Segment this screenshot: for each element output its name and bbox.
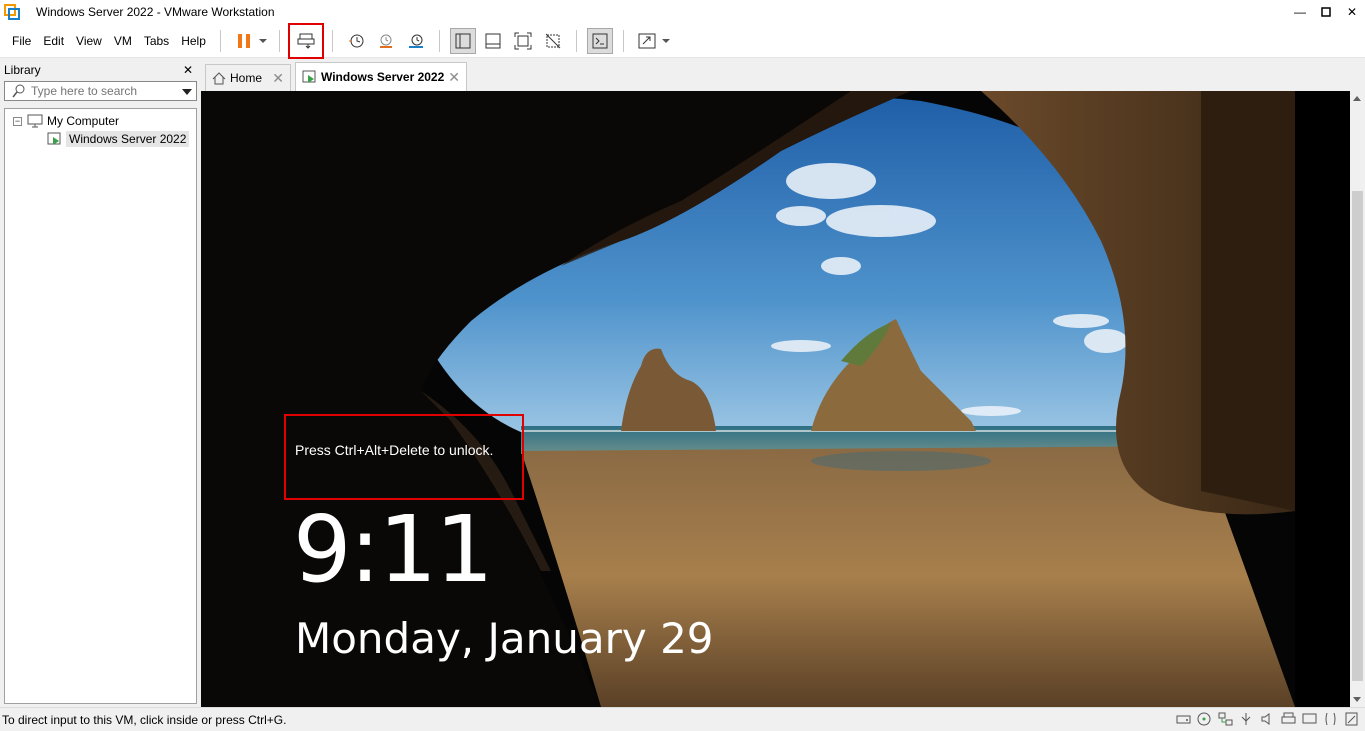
take-snapshot-button[interactable]: [343, 28, 369, 54]
library-search[interactable]: [4, 81, 197, 101]
snapshot-icon: [348, 34, 364, 47]
toolbar-separator: [278, 29, 280, 52]
menu-tabs[interactable]: Tabs: [138, 31, 175, 51]
send-ctrl-alt-del-button[interactable]: [287, 22, 324, 59]
device-icons: [1176, 712, 1359, 726]
display-icon[interactable]: [1302, 712, 1317, 726]
message-icon[interactable]: [1344, 712, 1359, 726]
revert-snapshot-button[interactable]: [373, 28, 399, 54]
printer-icon[interactable]: [1281, 712, 1296, 726]
console-view-icon: [592, 33, 608, 48]
search-dropdown-arrow[interactable]: [182, 89, 192, 95]
scroll-down-arrow[interactable]: [1353, 697, 1361, 702]
usb-icon[interactable]: [1239, 712, 1254, 726]
thumbnail-bar-button[interactable]: [480, 28, 506, 54]
library-close-button[interactable]: ✕: [183, 63, 193, 77]
menu-file[interactable]: File: [6, 31, 37, 51]
toolbar-separator: [219, 29, 221, 52]
close-window-button[interactable]: ✕: [1339, 0, 1365, 24]
stretch-guest-button[interactable]: [634, 28, 660, 54]
toolbar-separator: [331, 29, 333, 52]
sound-icon[interactable]: [1260, 712, 1275, 726]
maximize-button[interactable]: [1313, 0, 1339, 24]
library-title: Library: [4, 63, 41, 77]
tree-item-my-computer[interactable]: − My Computer: [5, 112, 196, 130]
status-bar: To direct input to this VM, click inside…: [0, 707, 1365, 731]
show-library-button[interactable]: [449, 27, 476, 54]
menu-toolbar-bar: File Edit View VM Tabs Help: [0, 22, 1365, 59]
tab-home[interactable]: Home ✕: [205, 64, 291, 91]
title-bar: Windows Server 2022 - VMware Workstation…: [0, 0, 1365, 24]
stretch-icon: [638, 33, 656, 48]
scroll-up-arrow[interactable]: [1353, 96, 1361, 101]
vm-running-icon: [47, 132, 61, 145]
lockscreen-time: 9:11: [293, 496, 494, 603]
send-ctrl-alt-del-icon: [297, 33, 315, 49]
menu-help[interactable]: Help: [175, 31, 212, 51]
snapshot-manager-icon: [408, 34, 423, 48]
collapse-expander[interactable]: −: [13, 116, 22, 126]
computer-icon: [27, 114, 43, 128]
toolbar-separator: [575, 29, 577, 52]
vm-running-icon: [302, 70, 316, 83]
pause-button[interactable]: [231, 28, 257, 54]
serial-port-icon[interactable]: [1323, 712, 1338, 726]
unlock-prompt: Press Ctrl+Alt+Delete to unlock.: [295, 442, 494, 458]
vm-console[interactable]: Press Ctrl+Alt+Delete to unlock. 9:11 Mo…: [201, 91, 1365, 707]
tree-item-windows-server-2022[interactable]: Windows Server 2022: [5, 130, 196, 148]
tab-home-close-button[interactable]: ✕: [272, 70, 284, 87]
status-text: To direct input to this VM, click inside…: [2, 712, 287, 727]
snapshot-manager-button[interactable]: [403, 28, 429, 54]
cd-dvd-icon[interactable]: [1197, 712, 1212, 726]
tab-vm-label: Windows Server 2022: [321, 70, 445, 84]
menu-view[interactable]: View: [70, 31, 108, 51]
network-icon[interactable]: [1218, 712, 1233, 726]
tree-label-my-computer: My Computer: [47, 114, 120, 128]
tab-strip: Home ✕ Windows Server 2022 ✕: [201, 59, 1365, 91]
revert-snapshot-icon: [379, 34, 392, 48]
menu-vm[interactable]: VM: [108, 31, 138, 51]
home-icon: [212, 71, 226, 84]
search-icon: [12, 84, 25, 98]
window-title: Windows Server 2022 - VMware Workstation: [36, 5, 275, 19]
toolbar-separator: [622, 29, 624, 52]
menu-edit[interactable]: Edit: [37, 31, 70, 51]
pause-icon: [237, 33, 250, 48]
tab-home-label: Home: [230, 71, 263, 85]
minimize-button[interactable]: —: [1287, 0, 1313, 24]
scroll-thumb[interactable]: [1352, 191, 1363, 681]
library-search-input[interactable]: [27, 84, 177, 98]
vmware-app-icon: [4, 4, 20, 20]
library-header: Library ✕: [0, 59, 201, 81]
console-view-button[interactable]: [586, 27, 613, 54]
full-screen-icon: [514, 32, 532, 49]
show-library-icon: [455, 33, 471, 48]
hard-disk-icon[interactable]: [1176, 712, 1191, 726]
stretch-dropdown-arrow[interactable]: [661, 38, 670, 43]
lockscreen-date: Monday, January 29: [295, 614, 714, 663]
library-tree: − My Computer Windows Server 2022: [4, 108, 197, 704]
unity-icon: [545, 33, 561, 48]
tab-windows-server-2022[interactable]: Windows Server 2022 ✕: [295, 62, 467, 91]
tree-label-windows-server-2022: Windows Server 2022: [66, 131, 190, 147]
full-screen-button[interactable]: [510, 28, 536, 54]
vertical-scrollbar[interactable]: [1350, 91, 1365, 707]
unity-button[interactable]: [540, 28, 566, 54]
thumbnail-bar-icon: [485, 33, 501, 48]
library-panel: Library ✕ − My Computer Windows Server 2…: [0, 59, 201, 707]
toolbar-separator: [438, 29, 440, 52]
tab-vm-close-button[interactable]: ✕: [448, 69, 460, 86]
power-dropdown-arrow[interactable]: [258, 38, 267, 43]
